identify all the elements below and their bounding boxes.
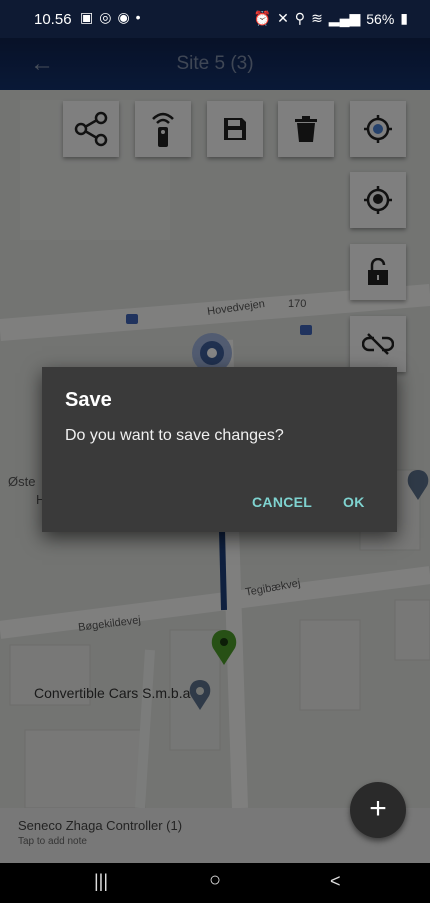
cancel-button[interactable]: CANCEL	[252, 494, 312, 510]
dot-icon: •	[135, 9, 141, 25]
gallery-icon: ▣	[80, 9, 94, 25]
mute-icon: ✕	[277, 10, 289, 26]
status-bar: 10.56 ▣ ◎ ◉ • ⏰ ✕ ⚲ ≋ ▂▄▆ 56% ▮	[0, 0, 430, 38]
back-icon[interactable]: <	[330, 871, 341, 892]
status-time: 10.56	[34, 11, 72, 28]
save-dialog: Save Do you want to save changes? CANCEL…	[42, 367, 397, 532]
ok-button[interactable]: OK	[343, 494, 365, 510]
instagram-icon: ◎	[99, 9, 112, 25]
wifi-icon: ≋	[311, 10, 323, 26]
signal-icon: ▂▄▆	[328, 10, 361, 26]
notification-icons: ▣ ◎ ◉ •	[80, 9, 141, 26]
home-icon[interactable]: ○	[209, 869, 221, 892]
battery-icon: ▮	[400, 10, 408, 26]
location-icon: ⚲	[294, 10, 306, 26]
dialog-title: Save	[65, 389, 112, 411]
record-icon: ◉	[117, 9, 130, 25]
add-button[interactable]: +	[350, 782, 406, 838]
battery-level: 56%	[366, 10, 395, 27]
plus-icon: +	[369, 792, 387, 825]
system-nav-bar: ||| ○ <	[0, 863, 430, 903]
alarm-icon: ⏰	[253, 10, 272, 26]
system-icons: ⏰ ✕ ⚲ ≋ ▂▄▆ 56% ▮	[254, 10, 408, 27]
dialog-message: Do you want to save changes?	[65, 427, 284, 444]
recent-apps-icon[interactable]: |||	[94, 871, 108, 892]
